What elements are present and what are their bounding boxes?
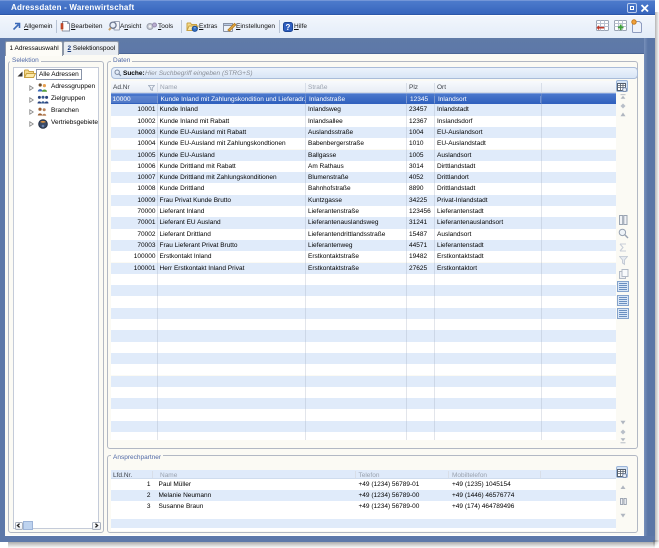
svg-text:?: ?	[286, 22, 291, 31]
